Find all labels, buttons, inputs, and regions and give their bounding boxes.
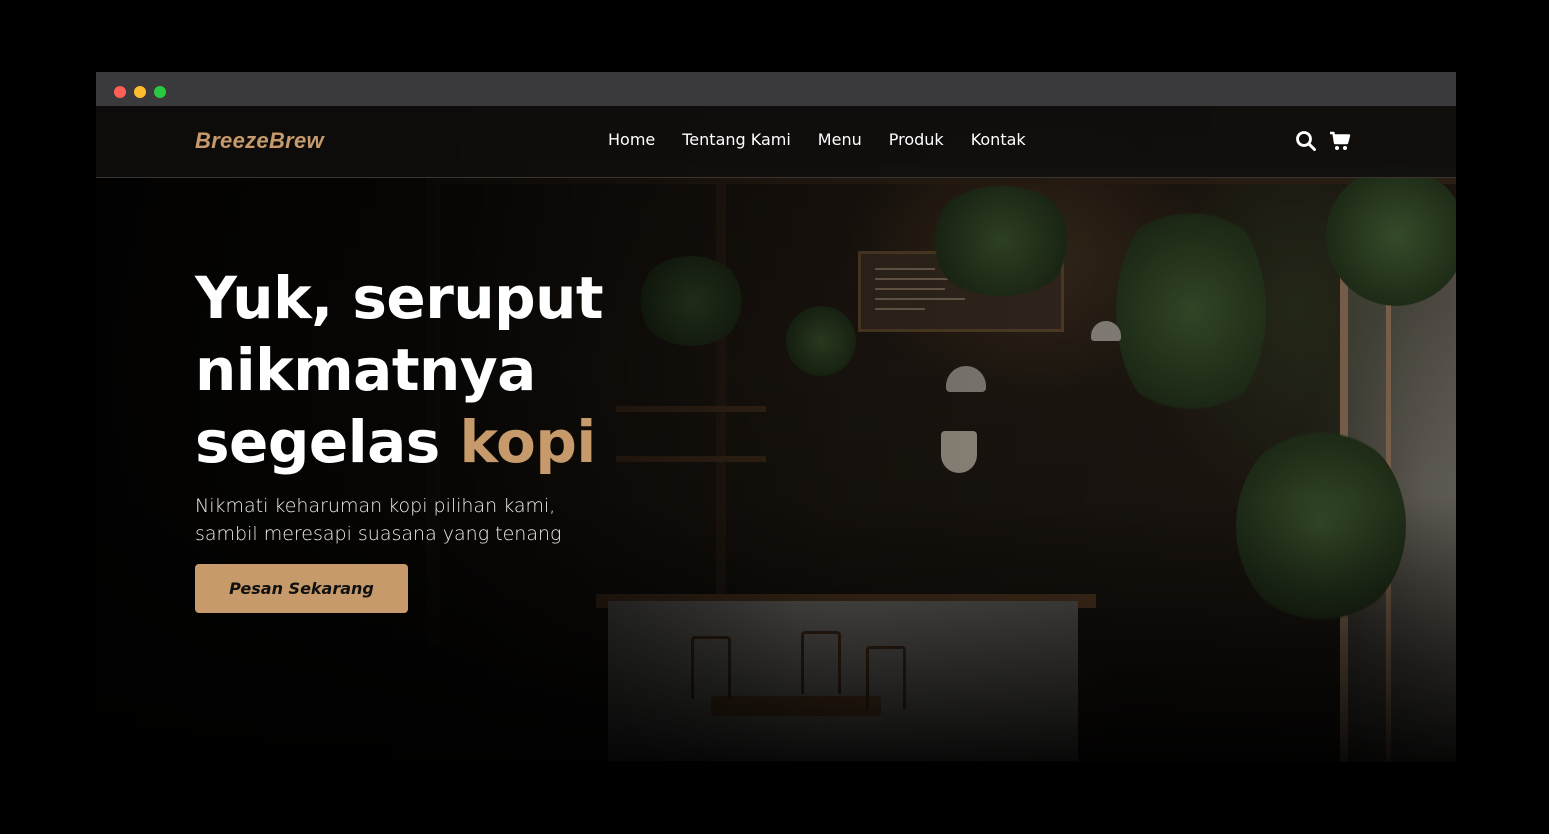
order-now-button[interactable]: Pesan Sekarang [195, 564, 408, 613]
headline-line-1: Yuk, seruput [195, 264, 604, 332]
top-navbar: BreezeBrew Home Tentang Kami Menu Produk… [96, 106, 1456, 178]
hero-section: Yuk, seruput nikmatnya segelas kopi Nikm… [195, 262, 655, 613]
nav-kontak[interactable]: Kontak [971, 130, 1026, 149]
close-window-button[interactable] [114, 86, 126, 98]
subtitle-line-2: sambil meresapi suasana yang tenang [195, 523, 562, 545]
shopping-cart-icon[interactable] [1329, 130, 1351, 152]
window-titlebar [96, 72, 1456, 106]
headline-accent-word: kopi [459, 408, 596, 476]
nav-produk[interactable]: Produk [889, 130, 944, 149]
browser-window: BreezeBrew Home Tentang Kami Menu Produk… [96, 72, 1456, 762]
hero-headline: Yuk, seruput nikmatnya segelas kopi [195, 262, 655, 478]
nav-icons [1295, 130, 1351, 152]
headline-line-2: nikmatnya [195, 336, 536, 404]
headline-line-3: segelas [195, 408, 440, 476]
nav-home[interactable]: Home [608, 130, 655, 149]
search-icon[interactable] [1295, 130, 1317, 152]
main-nav: Home Tentang Kami Menu Produk Kontak [608, 130, 1026, 149]
maximize-window-button[interactable] [154, 86, 166, 98]
subtitle-line-1: Nikmati keharuman kopi pilihan kami, [195, 495, 556, 517]
page-viewport: BreezeBrew Home Tentang Kami Menu Produk… [96, 106, 1456, 762]
hero-subtitle: Nikmati keharuman kopi pilihan kami, sam… [195, 492, 615, 548]
brand-logo[interactable]: BreezeBrew [195, 128, 324, 154]
nav-menu[interactable]: Menu [818, 130, 862, 149]
nav-tentang-kami[interactable]: Tentang Kami [682, 130, 791, 149]
minimize-window-button[interactable] [134, 86, 146, 98]
